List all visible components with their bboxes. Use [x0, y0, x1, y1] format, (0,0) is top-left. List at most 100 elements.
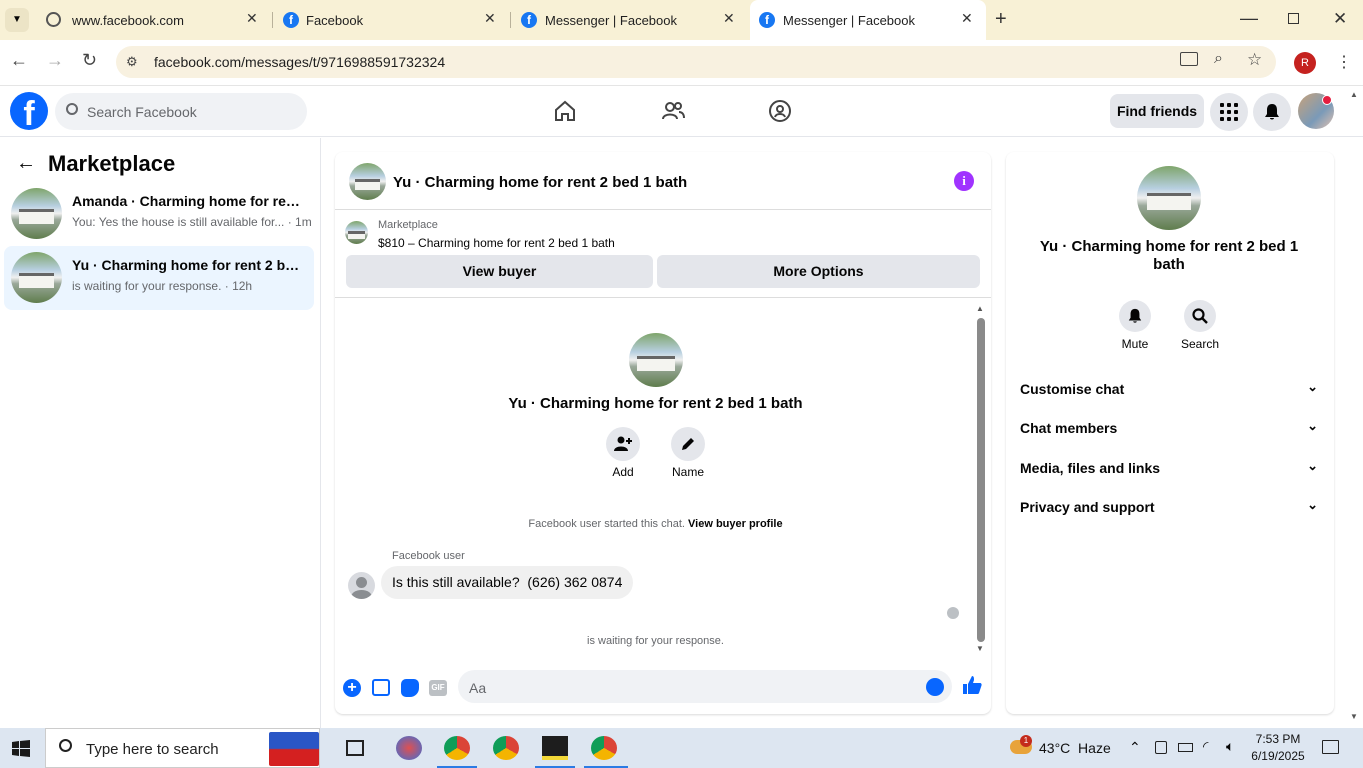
- back-arrow-icon[interactable]: ←: [16, 152, 36, 175]
- notification-center-icon[interactable]: [1322, 740, 1339, 754]
- snipping-tool-icon[interactable]: [396, 736, 422, 760]
- chat-panel: Yu · Charming home for rent 2 bed 1 bath…: [335, 152, 991, 714]
- back-arrow-icon[interactable]: ←: [10, 50, 28, 71]
- photo-icon[interactable]: [372, 679, 390, 696]
- close-tab-icon[interactable]: ✕: [484, 10, 496, 27]
- chat-header: Yu · Charming home for rent 2 bed 1 bath…: [335, 152, 991, 210]
- name-label: Name: [671, 465, 704, 479]
- new-tab-button[interactable]: +: [995, 8, 1007, 31]
- section-privacy-support[interactable]: Privacy and support ⌄: [1020, 497, 1320, 515]
- notification-dot: [1322, 95, 1332, 105]
- view-buyer-profile-link[interactable]: View buyer profile: [688, 518, 783, 530]
- conversation-preview: You: Yes the house is still available fo…: [72, 215, 312, 229]
- groups-icon[interactable]: [768, 99, 792, 128]
- profile-avatar[interactable]: R: [1294, 52, 1316, 74]
- menu-grid-button[interactable]: [1210, 93, 1248, 131]
- network-adapter-icon[interactable]: [1155, 741, 1167, 754]
- page-scrollbar[interactable]: ▲ ▼: [1349, 90, 1361, 726]
- chrome-profile-1-icon[interactable]: [444, 736, 470, 760]
- chat-scrollbar[interactable]: ▲ ▼: [976, 304, 986, 653]
- clock-date[interactable]: 6/19/2025: [1250, 749, 1306, 763]
- wifi-icon[interactable]: ◜: [1203, 738, 1208, 755]
- forward-arrow-icon[interactable]: →: [46, 50, 64, 71]
- windows-taskbar: Type here to search 1 43°C Haze ⌃ ◜ 🔈︎ 7…: [0, 728, 1363, 768]
- chat-avatar[interactable]: [349, 163, 386, 200]
- message-bubble[interactable]: Is this still available? (626) 362 0874: [381, 566, 634, 599]
- weather-text[interactable]: 43°C Haze: [1039, 740, 1111, 756]
- facebook-logo-icon[interactable]: f: [10, 92, 48, 130]
- profile-avatar[interactable]: [629, 333, 683, 387]
- tab-search-chevron-icon[interactable]: ▼: [5, 8, 29, 32]
- search-in-chat-button[interactable]: [1184, 300, 1216, 332]
- add-person-icon: [614, 436, 632, 451]
- info-icon[interactable]: i: [954, 171, 974, 191]
- bookmark-star-icon[interactable]: ☆: [1247, 50, 1262, 70]
- mute-button[interactable]: [1119, 300, 1151, 332]
- thumbs-up-icon[interactable]: [962, 675, 982, 700]
- listing-thumbnail: [11, 188, 62, 239]
- more-actions-plus-icon[interactable]: +: [343, 679, 361, 697]
- tab-messenger-active[interactable]: f Messenger | Facebook ✕: [750, 0, 986, 40]
- listing-title[interactable]: $810 – Charming home for rent 2 bed 1 ba…: [378, 236, 615, 250]
- chrome-icon[interactable]: [493, 736, 519, 760]
- show-hidden-icons-chevron-up-icon[interactable]: ⌃: [1129, 739, 1141, 756]
- tab-facebook-www[interactable]: www.facebook.com ✕: [34, 0, 270, 40]
- view-buyer-button[interactable]: View buyer: [346, 255, 653, 288]
- message-input[interactable]: Aa: [458, 670, 952, 703]
- facebook-favicon-icon: f: [759, 12, 775, 28]
- search-icon: [59, 739, 72, 752]
- maximize-button[interactable]: [1288, 13, 1299, 24]
- more-options-button[interactable]: More Options: [657, 255, 980, 288]
- bell-icon: [1265, 104, 1279, 120]
- gif-icon[interactable]: GIF: [429, 680, 447, 696]
- name-button[interactable]: [671, 427, 705, 461]
- home-icon[interactable]: [553, 99, 577, 128]
- section-customise-chat[interactable]: Customise chat ⌄: [1020, 379, 1320, 397]
- sticker-icon[interactable]: [401, 679, 419, 697]
- sticky-notes-icon[interactable]: [542, 736, 568, 760]
- add-people-button[interactable]: [606, 427, 640, 461]
- clock-time[interactable]: 7:53 PM: [1254, 732, 1302, 746]
- sender-name: Facebook user: [392, 550, 465, 562]
- chat-started-text: Facebook user started this chat.: [528, 518, 685, 530]
- facebook-search-input[interactable]: Search Facebook: [55, 93, 307, 130]
- find-friends-button[interactable]: Find friends: [1110, 94, 1204, 128]
- close-tab-icon[interactable]: ✕: [723, 10, 735, 27]
- close-tab-icon[interactable]: ✕: [961, 10, 973, 27]
- divider: [335, 297, 991, 298]
- waiting-status: is waiting for your response.: [587, 635, 724, 647]
- page-title: Marketplace: [48, 151, 176, 176]
- chrome-profile-r-icon[interactable]: [591, 736, 617, 760]
- taskbar-search-input[interactable]: Type here to search: [45, 728, 320, 768]
- task-view-icon[interactable]: [346, 740, 364, 756]
- close-window-button[interactable]: ✕: [1333, 9, 1347, 29]
- tab-messenger-1[interactable]: f Messenger | Facebook ✕: [512, 0, 748, 40]
- windows-start-icon[interactable]: [12, 740, 30, 762]
- conversation-item-selected[interactable]: Yu · Charming home for rent 2 bed... is …: [4, 246, 314, 310]
- chevron-down-icon: ⌄: [1307, 458, 1318, 473]
- reload-icon[interactable]: ↻: [82, 50, 97, 71]
- section-chat-members[interactable]: Chat members ⌄: [1020, 418, 1320, 436]
- tab-facebook[interactable]: f Facebook ✕: [274, 0, 510, 40]
- conversation-item[interactable]: Amanda · Charming home for rent... You: …: [4, 182, 314, 246]
- notifications-button[interactable]: [1253, 93, 1291, 131]
- url-text[interactable]: facebook.com/messages/t/9716988591732324: [154, 54, 445, 70]
- zoom-icon[interactable]: ⌕: [1214, 50, 1223, 68]
- details-avatar[interactable]: [1137, 166, 1201, 230]
- search-label: Search: [1180, 337, 1220, 351]
- conversation-name: Yu · Charming home for rent 2 bed...: [72, 257, 302, 273]
- site-info-icon[interactable]: ⚙: [126, 54, 138, 70]
- install-app-icon[interactable]: [1180, 52, 1198, 66]
- battery-icon[interactable]: [1178, 743, 1193, 752]
- emoji-icon[interactable]: [926, 678, 944, 696]
- close-tab-icon[interactable]: ✕: [246, 10, 258, 27]
- volume-icon[interactable]: 🔈︎: [1226, 738, 1234, 755]
- minimize-button[interactable]: —: [1240, 8, 1258, 29]
- section-media-files-links[interactable]: Media, files and links ⌄: [1020, 458, 1320, 476]
- chat-title[interactable]: Yu · Charming home for rent 2 bed 1 bath: [393, 174, 687, 191]
- friends-icon[interactable]: [661, 99, 685, 128]
- chevron-down-icon: ⌄: [1307, 497, 1318, 512]
- address-toolbar: ← → ↻ ⚙ facebook.com/messages/t/97169885…: [0, 40, 1363, 86]
- url-bar[interactable]: ⚙ facebook.com/messages/t/97169885917323…: [116, 46, 1276, 78]
- browser-menu-icon[interactable]: ⋮: [1336, 52, 1352, 72]
